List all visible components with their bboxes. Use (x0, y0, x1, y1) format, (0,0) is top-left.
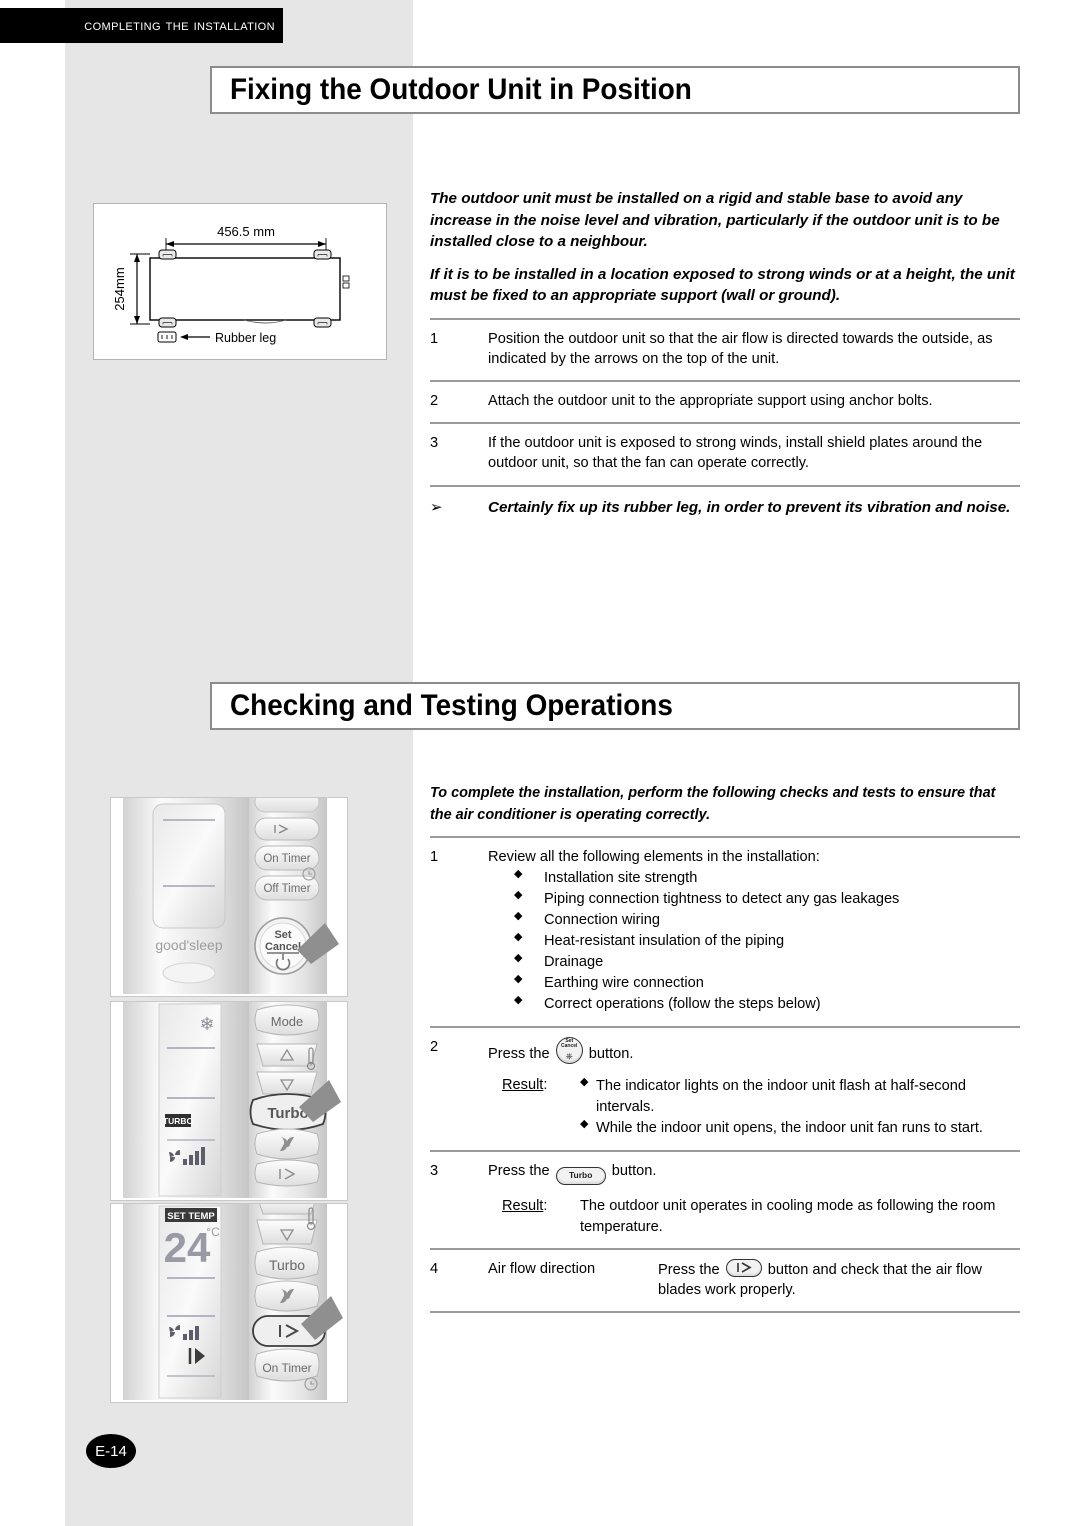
air-flow-blade-button-icon (725, 1258, 762, 1277)
result-label: Result: (502, 1198, 548, 1215)
step-text: Review all the following elements in the… (488, 849, 820, 866)
remote-button-off-timer: Off Timer (263, 883, 310, 895)
list-item: Installation site strength (488, 867, 1020, 889)
chapter-header-label: Completing the Installation (84, 16, 275, 34)
step-number: 1 (430, 330, 439, 347)
section-title-text: Fixing the Outdoor Unit in Position (230, 73, 692, 106)
page-number-label: E-14 (95, 1442, 127, 1460)
step-number: 2 (430, 393, 439, 410)
drawing-leg-label: Rubber leg (215, 331, 276, 345)
note-row: ➢ Certainly fix up its rubber leg, in or… (430, 487, 1020, 526)
remote-display-label: good'sleep (155, 937, 223, 953)
note-text: Certainly fix up its rubber leg, in orde… (488, 498, 1011, 516)
remote-button-set: Set (274, 929, 291, 941)
step-number: 3 (430, 435, 439, 452)
list-item: While the indoor unit opens, the indoor … (580, 1117, 1020, 1139)
step-row: 1 Position the outdoor unit so that the … (430, 320, 1020, 380)
step-text-before: Press the (658, 1261, 720, 1278)
result-row: Result: The indicator lights on the indo… (488, 1075, 1020, 1139)
dimension-drawing-svg: 456.5 mm 254mm Rubber leg (112, 224, 350, 345)
step-row: 2 Attach the outdoor unit to the appropr… (430, 382, 1020, 422)
step-text-before: Press the (488, 1046, 550, 1063)
step-text: Position the outdoor unit so that the ai… (488, 330, 993, 368)
list-item: Drainage (488, 951, 1020, 973)
section-1-lead-1: The outdoor unit must be installed on a … (430, 190, 1000, 251)
set-cancel-button-icon: Set Cancel ⎈ (555, 1037, 583, 1065)
list-item: The indicator lights on the indoor unit … (580, 1075, 1020, 1118)
step-number: 1 (430, 849, 439, 866)
step-text-after: button. (588, 1046, 634, 1063)
result-body: The indicator lights on the indoor unit … (580, 1075, 1020, 1139)
step-text: If the outdoor unit is exposed to strong… (488, 435, 983, 472)
step-row: 1 Review all the following elements in t… (430, 838, 1020, 1026)
lcd-temperature-unit: °C (206, 1225, 220, 1239)
remote-button-turbo: Turbo (269, 1257, 305, 1273)
result-list: The indicator lights on the indoor unit … (580, 1075, 1020, 1139)
remote-illustration-set-cancel: good'sleep On Timer Off Timer Set Cancel (110, 797, 348, 997)
snowflake-icon: ❄ (199, 1014, 214, 1034)
list-item: Piping connection tightness to detect an… (488, 888, 1020, 910)
step-body: Press the button and check that the air … (658, 1258, 1020, 1300)
outdoor-unit-dimension-drawing: 456.5 mm 254mm Rubber leg (93, 203, 387, 360)
step-number: 4 (430, 1260, 439, 1277)
step-label: Air flow direction (488, 1260, 596, 1277)
step-body: Press the SetCancel ⎈ button. Result: Th… (488, 1037, 1020, 1139)
remote-illustration-air-flow: SET TEMP 24 °C Turbo On Timer (110, 1203, 348, 1403)
step-row: 2 Press the Set Cancel ⎈ button. Result: … (430, 1028, 1020, 1150)
step-text-before: Press the (488, 1163, 550, 1180)
power-icon: ⎈ (565, 1050, 573, 1061)
lcd-set-temp-label: SET TEMP (167, 1211, 215, 1222)
arrow-bullet-icon: ➢ (430, 498, 443, 516)
section-2-lead: To complete the installation, perform th… (430, 784, 996, 823)
section-1-content: The outdoor unit must be installed on a … (430, 188, 1020, 526)
lcd-temperature-value: 24 (164, 1224, 211, 1271)
step-text-line: Press the Set Cancel ⎈ button. (488, 1037, 1020, 1065)
section-1-lead-2: If it is to be installed in a location e… (430, 265, 1015, 305)
step-row: 3 If the outdoor unit is exposed to stro… (430, 424, 1020, 484)
list-item: Earthing wire connection (488, 972, 1020, 994)
step-text-line: Press the Turbo button. (488, 1161, 1020, 1186)
remote-button-mode: Mode (271, 1014, 304, 1029)
section-title-fixing-outdoor-unit: Fixing the Outdoor Unit in Position (210, 66, 1020, 114)
divider (430, 1310, 1020, 1313)
remote-button-on-timer: On Timer (263, 853, 310, 865)
step-text: Attach the outdoor unit to the appropria… (488, 393, 933, 410)
step-row: 4 Air flow direction Press the button an… (430, 1250, 1020, 1311)
chapter-header-bar: Completing the Installation (0, 8, 283, 43)
step-number: 2 (430, 1039, 439, 1056)
section-title-checking-testing: Checking and Testing Operations (210, 682, 1020, 730)
step-text-after: button. (611, 1163, 657, 1180)
page-number-badge: E-14 (86, 1434, 136, 1468)
step-body: Review all the following elements in the… (488, 847, 1020, 1015)
drawing-height-label: 254mm (112, 267, 127, 310)
list-item: Correct operations (follow the steps bel… (488, 993, 1020, 1015)
section-2-content: To complete the installation, perform th… (430, 782, 1020, 1313)
result-label: Result: (502, 1077, 548, 1094)
checklist: Installation site strength Piping connec… (488, 867, 1020, 1015)
drawing-width-label: 456.5 mm (217, 224, 275, 239)
step-row: 3 Press the Turbo button. Result: The ou… (430, 1152, 1020, 1247)
turbo-button-icon: Turbo (555, 1167, 606, 1186)
remote-illustration-turbo: ❄ TURBO Mode Turbo (110, 1001, 348, 1201)
result-text: The outdoor unit operates in cooling mod… (580, 1198, 996, 1235)
list-item: Connection wiring (488, 909, 1020, 931)
list-item: Heat-resistant insulation of the piping (488, 930, 1020, 952)
result-row: Result: The outdoor unit operates in coo… (488, 1196, 1020, 1236)
step-number: 3 (430, 1163, 439, 1180)
remote-button-on-timer: On Timer (262, 1361, 311, 1375)
step-body: Press the Turbo button. Result: The outd… (488, 1161, 1020, 1236)
section-title-text: Checking and Testing Operations (230, 689, 673, 722)
remote-button-cancel: Cancel (265, 941, 301, 953)
svg-text:TURBO: TURBO (163, 1116, 194, 1126)
